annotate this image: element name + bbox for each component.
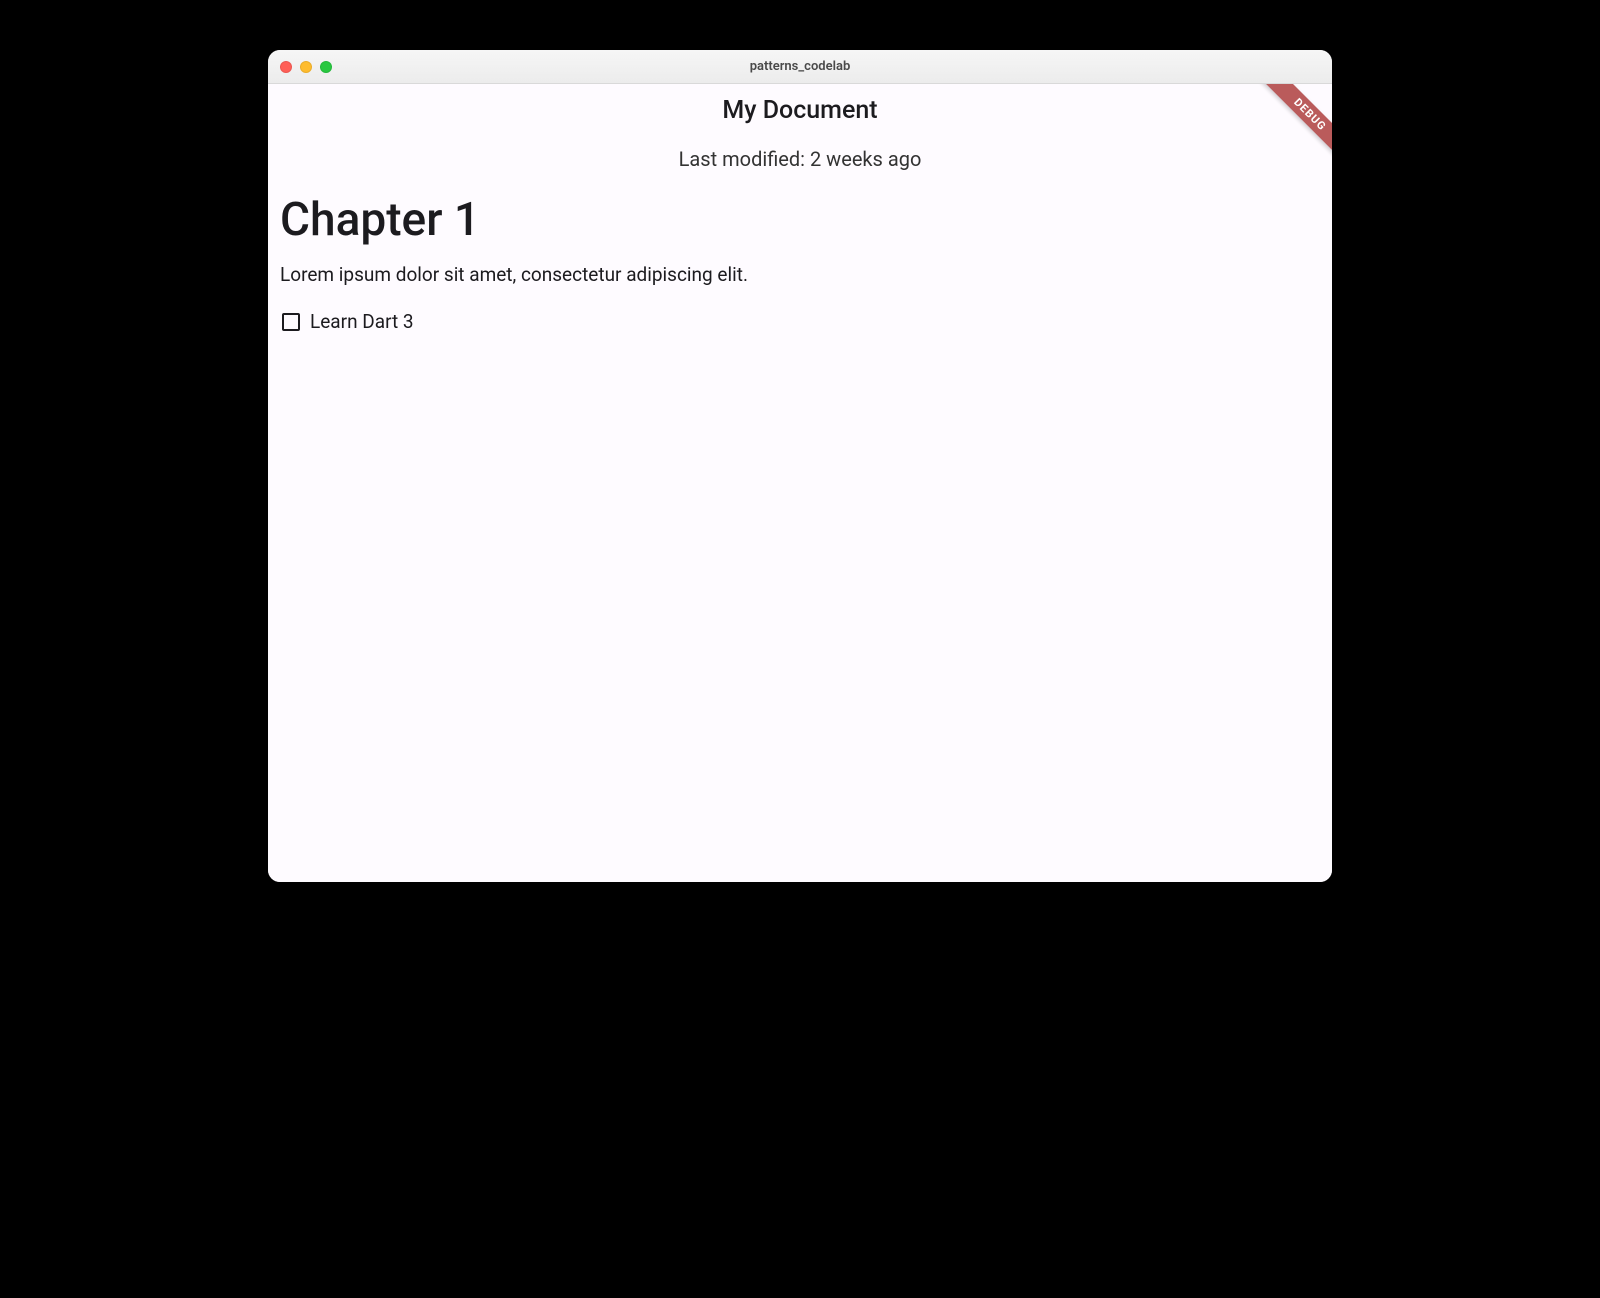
window-title: patterns_codelab [750, 59, 851, 74]
close-icon[interactable] [280, 61, 292, 73]
titlebar: patterns_codelab [268, 50, 1332, 84]
checkbox-row: Learn Dart 3 [280, 310, 1320, 333]
page-title: My Document [268, 96, 1332, 125]
paragraph-text: Lorem ipsum dolor sit amet, consectetur … [280, 263, 1320, 286]
minimize-icon[interactable] [300, 61, 312, 73]
last-modified-text: Last modified: 2 weeks ago [679, 147, 922, 171]
traffic-lights [280, 61, 332, 73]
checkbox-icon[interactable] [282, 313, 300, 331]
app-content: DEBUG My Document Last modified: 2 weeks… [268, 84, 1332, 882]
chapter-heading: Chapter 1 [280, 193, 1320, 247]
document-body: Chapter 1 Lorem ipsum dolor sit amet, co… [268, 171, 1332, 333]
maximize-icon[interactable] [320, 61, 332, 73]
app-window: patterns_codelab DEBUG My Document Last … [268, 50, 1332, 882]
subheader: Last modified: 2 weeks ago [268, 147, 1332, 171]
appbar: My Document [268, 84, 1332, 125]
checkbox-label: Learn Dart 3 [310, 310, 414, 333]
